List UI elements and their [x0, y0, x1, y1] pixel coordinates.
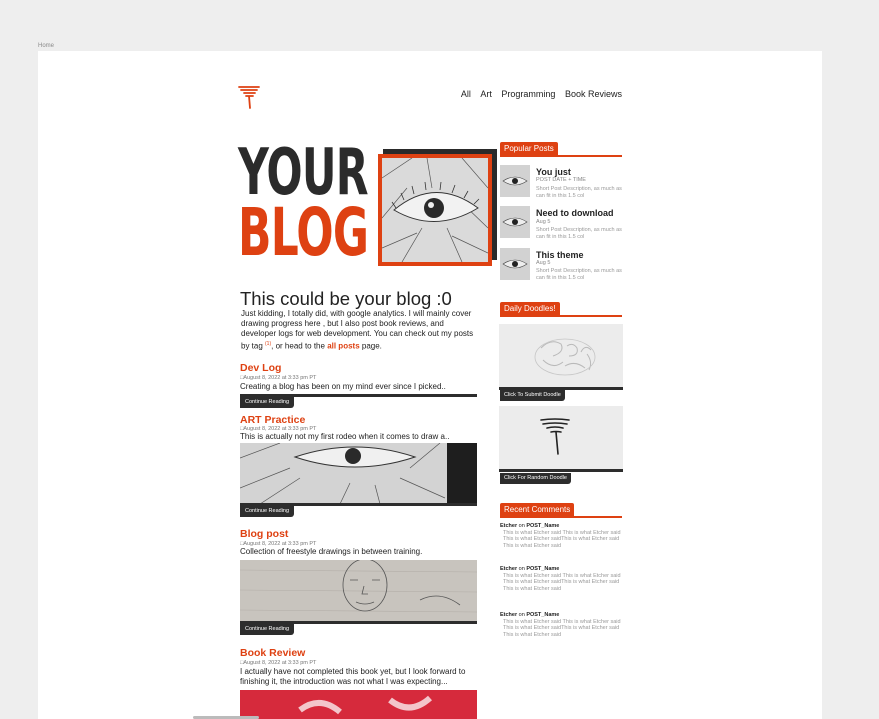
intro-text: Just kidding, I totally did, with google… [241, 309, 477, 352]
main-nav: All Art Programming Book Reviews [440, 89, 622, 99]
daily-doodles-underline [500, 315, 622, 317]
intro-text-3: page. [359, 341, 382, 351]
continue-reading-button[interactable]: Continue Reading [240, 397, 295, 408]
popular-post-thumbnail[interactable] [500, 165, 530, 197]
submit-doodle-canvas[interactable] [499, 324, 623, 388]
post-excerpt: I actually have not completed this book … [240, 667, 466, 686]
logo-icon[interactable] [238, 85, 260, 109]
nav-item-all[interactable]: All [461, 89, 471, 99]
post-image[interactable] [240, 690, 477, 719]
popular-post-thumbnail[interactable] [500, 248, 530, 280]
popular-post-title[interactable]: This theme [536, 250, 584, 260]
comment-item: Etcher on POST_Name This is what Etcher … [500, 612, 622, 638]
popular-post-description: Short Post Description, as much as can f… [536, 268, 622, 281]
recent-comments-underline [500, 516, 622, 518]
hero-title-line2: BLOG [238, 194, 369, 271]
breadcrumb[interactable]: Home [38, 43, 54, 49]
post-title[interactable]: Blog post [240, 528, 288, 540]
post-image[interactable] [240, 560, 477, 622]
comment-on: on [517, 612, 527, 618]
post-date: □August 8, 2022 at 3:33 pm PT [240, 660, 317, 666]
post-title[interactable]: Dev Log [240, 362, 281, 374]
popular-post-description: Short Post Description, as much as can f… [536, 186, 622, 199]
comment-author[interactable]: Etcher [500, 566, 517, 572]
all-posts-link[interactable]: all posts [327, 342, 359, 351]
submit-doodle-button[interactable]: Click To Submit Doodle [500, 390, 565, 401]
comment-text: This is what Etcher said This is what Et… [503, 572, 621, 592]
popular-post-title[interactable]: Need to download [536, 208, 614, 218]
comment-post-link[interactable]: POST_Name [526, 566, 559, 572]
post-date: □August 8, 2022 at 3:33 pm PT [240, 375, 317, 381]
nav-item-programming[interactable]: Programming [501, 89, 555, 99]
post-image[interactable] [240, 443, 477, 504]
comment-post-link[interactable]: POST_Name [526, 612, 559, 618]
post-excerpt: This is actually not my first rodeo when… [240, 432, 450, 441]
comment-item: Etcher on POST_Name This is what Etcher … [500, 523, 622, 549]
popular-post-date: Aug 5 [536, 260, 551, 266]
popular-post-title[interactable]: You just [536, 167, 571, 177]
intro-heading: This could be your blog :0 [240, 288, 452, 309]
comment-text: This is what Etcher said This is what Et… [503, 618, 621, 638]
continue-reading-button[interactable]: Continue Reading [240, 506, 295, 517]
popular-posts-underline [500, 155, 622, 157]
comment-author[interactable]: Etcher [500, 523, 517, 529]
comment-item: Etcher on POST_Name This is what Etcher … [500, 566, 622, 592]
nav-item-book-reviews[interactable]: Book Reviews [565, 89, 622, 99]
doodle-divider [499, 469, 623, 472]
comment-post-link[interactable]: POST_Name [526, 523, 559, 529]
comment-on: on [517, 523, 527, 529]
popular-post-description: Short Post Description, as much as can f… [536, 227, 622, 240]
hero-eye-drawing [382, 158, 488, 262]
random-doodle-canvas[interactable] [499, 406, 623, 470]
post-date-text: August 8, 2022 at 3:33 pm PT [243, 660, 317, 666]
post-title[interactable]: ART Practice [240, 414, 305, 426]
daily-doodles-heading: Daily Doodles! [500, 302, 560, 315]
post-excerpt: Collection of freestyle drawings in betw… [240, 547, 423, 556]
intro-text-2: , or head to the [271, 341, 328, 351]
popular-post-date: POST DATE + TIME [536, 177, 586, 183]
post-title[interactable]: Book Review [240, 647, 305, 659]
recent-comments-heading: Recent Comments [500, 503, 575, 516]
comment-text: This is what Etcher said This is what Et… [503, 529, 621, 549]
continue-reading-button[interactable]: Continue Reading [240, 624, 295, 635]
comment-on: on [517, 566, 527, 572]
post-excerpt: Creating a blog has been on my mind ever… [240, 382, 446, 391]
popular-post-date: Aug 5 [536, 219, 551, 225]
comment-author[interactable]: Etcher [500, 612, 517, 618]
popular-post-thumbnail[interactable] [500, 206, 530, 238]
popular-posts-heading: Popular Posts [500, 142, 558, 155]
random-doodle-button[interactable]: Click For Random Doodle [500, 473, 571, 484]
nav-item-art[interactable]: Art [480, 89, 492, 99]
post-date-text: August 8, 2022 at 3:33 pm PT [243, 375, 317, 381]
